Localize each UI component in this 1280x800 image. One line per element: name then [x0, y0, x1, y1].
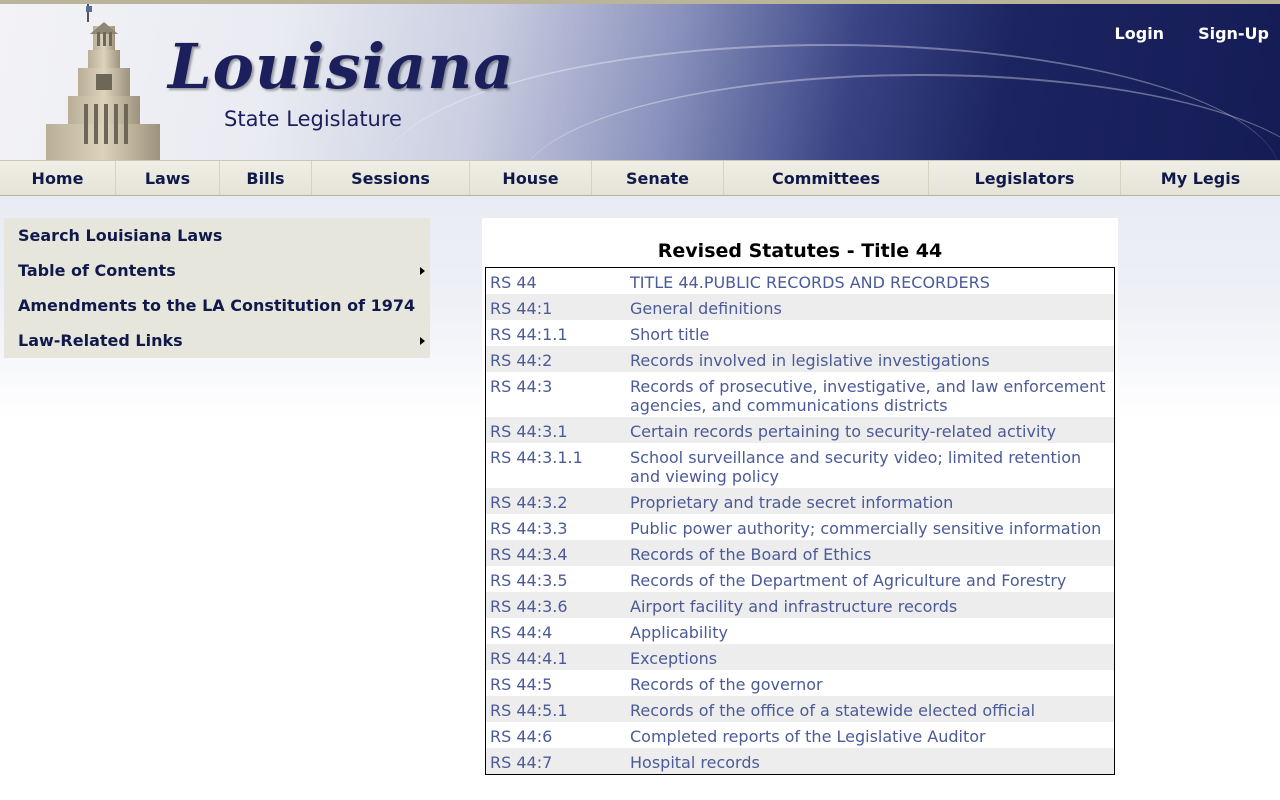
- table-row: RS 44:5 Records of the governor: [486, 670, 1114, 696]
- statute-title-link[interactable]: General definitions: [630, 299, 1110, 318]
- nav-sessions[interactable]: Sessions: [312, 161, 470, 195]
- table-row: RS 44:5.1 Records of the office of a stat…: [486, 696, 1114, 722]
- table-row: RS 44:3.1 Certain records pertaining to s…: [486, 417, 1114, 443]
- capitol-building-icon: [46, 4, 160, 160]
- statute-number-link[interactable]: RS 44:3.6: [486, 597, 630, 616]
- table-row: RS 44:3.6 Airport facility and infrastruc…: [486, 592, 1114, 618]
- statute-number-link[interactable]: RS 44:4: [486, 623, 630, 642]
- login-link[interactable]: Login: [1115, 24, 1165, 43]
- auth-links: Login Sign-Up: [1092, 24, 1280, 43]
- table-row: RS 44:1 General definitions: [486, 294, 1114, 320]
- sidebar-item-search-laws[interactable]: Search Louisiana Laws: [4, 218, 430, 253]
- nav-laws[interactable]: Laws: [116, 161, 220, 195]
- sidebar-menu: Search Louisiana Laws Table of Contents …: [4, 218, 430, 358]
- statute-number-link[interactable]: RS 44:6: [486, 727, 630, 746]
- statute-title-link[interactable]: School surveillance and security video; …: [630, 448, 1110, 486]
- nav-house[interactable]: House: [470, 161, 592, 195]
- table-row: RS 44:2 Records involved in legislative i…: [486, 346, 1114, 372]
- statute-title-link[interactable]: Short title: [630, 325, 1110, 344]
- table-row: RS 44:7 Hospital records: [486, 748, 1114, 774]
- logo-title: Louisiana: [168, 30, 515, 103]
- table-row: RS 44:6 Completed reports of the Legislat…: [486, 722, 1114, 748]
- statute-number-link[interactable]: RS 44: [486, 273, 630, 292]
- nav-my-legis[interactable]: My Legis: [1121, 161, 1280, 195]
- submenu-arrow-icon: [420, 267, 425, 275]
- sidebar-item-label: Search Louisiana Laws: [18, 226, 223, 245]
- nav-home[interactable]: Home: [0, 161, 116, 195]
- table-row: RS 44:4.1 Exceptions: [486, 644, 1114, 670]
- nav-committees[interactable]: Committees: [724, 161, 929, 195]
- statute-number-link[interactable]: RS 44:4.1: [486, 649, 630, 668]
- statute-title-link[interactable]: Records of the office of a statewide ele…: [630, 701, 1110, 720]
- logo-subtitle: State Legislature: [224, 107, 402, 131]
- sidebar-item-amendments[interactable]: Amendments to the LA Constitution of 197…: [4, 288, 430, 323]
- table-row: RS 44:3.5 Records of the Department of Ag…: [486, 566, 1114, 592]
- statute-number-link[interactable]: RS 44:3.3: [486, 519, 630, 538]
- signup-link[interactable]: Sign-Up: [1198, 24, 1269, 43]
- main-nav: Home Laws Bills Sessions House Senate Co…: [0, 160, 1280, 196]
- submenu-arrow-icon: [420, 337, 425, 345]
- statute-number-link[interactable]: RS 44:5: [486, 675, 630, 694]
- statute-number-link[interactable]: RS 44:5.1: [486, 701, 630, 720]
- statute-title-link[interactable]: Records of the Department of Agriculture…: [630, 571, 1110, 590]
- table-row: RS 44:3.2 Proprietary and trade secret in…: [486, 488, 1114, 514]
- statute-number-link[interactable]: RS 44:3.1: [486, 422, 630, 441]
- statute-title-link[interactable]: Certain records pertaining to security-r…: [630, 422, 1110, 441]
- statute-title-link[interactable]: Records of the Board of Ethics: [630, 545, 1110, 564]
- statute-title-link[interactable]: Records of the governor: [630, 675, 1110, 694]
- nav-bills[interactable]: Bills: [220, 161, 312, 195]
- statute-title-link[interactable]: Airport facility and infrastructure reco…: [630, 597, 1110, 616]
- statute-title-link[interactable]: Hospital records: [630, 753, 1110, 772]
- table-row: RS 44:4 Applicability: [486, 618, 1114, 644]
- page-title: Revised Statutes - Title 44: [657, 240, 943, 262]
- sidebar-item-label: Table of Contents: [18, 261, 176, 280]
- table-row: RS 44:1.1 Short title: [486, 320, 1114, 346]
- statutes-table: RS 44 TITLE 44.PUBLIC RECORDS AND RECORDE…: [485, 267, 1115, 775]
- table-row: RS 44:3.1.1 School surveillance and secur…: [486, 443, 1114, 488]
- nav-senate[interactable]: Senate: [592, 161, 724, 195]
- sidebar-item-label: Amendments to the LA Constitution of 197…: [18, 296, 416, 315]
- sidebar-item-label: Law-Related Links: [18, 331, 183, 350]
- statutes-panel: Revised Statutes - Title 44 RS 44 TITLE 4…: [482, 218, 1118, 800]
- table-row: RS 44 TITLE 44.PUBLIC RECORDS AND RECORDE…: [486, 268, 1114, 294]
- table-row: RS 44:3.4 Records of the Board of Ethics: [486, 540, 1114, 566]
- statute-title-link[interactable]: Completed reports of the Legislative Aud…: [630, 727, 1110, 746]
- statute-number-link[interactable]: RS 44:3.4: [486, 545, 630, 564]
- table-row: RS 44:3.3 Public power authority; commerc…: [486, 514, 1114, 540]
- sidebar-item-law-related-links[interactable]: Law-Related Links: [4, 323, 430, 358]
- statute-number-link[interactable]: RS 44:1: [486, 299, 630, 318]
- statute-title-link[interactable]: Proprietary and trade secret information: [630, 493, 1110, 512]
- statute-title-link[interactable]: Public power authority; commercially sen…: [630, 519, 1110, 538]
- statute-number-link[interactable]: RS 44:1.1: [486, 325, 630, 344]
- statute-number-link[interactable]: RS 44:3.1.1: [486, 448, 630, 486]
- statute-title-link[interactable]: Records of prosecutive, investigative, a…: [630, 377, 1110, 415]
- nav-legislators[interactable]: Legislators: [929, 161, 1121, 195]
- statute-number-link[interactable]: RS 44:3.5: [486, 571, 630, 590]
- statute-title-link[interactable]: Records involved in legislative investig…: [630, 351, 1110, 370]
- statute-number-link[interactable]: RS 44:2: [486, 351, 630, 370]
- table-row: RS 44:3 Records of prosecutive, investiga…: [486, 372, 1114, 417]
- sidebar-item-table-of-contents[interactable]: Table of Contents: [4, 253, 430, 288]
- statute-number-link[interactable]: RS 44:3.2: [486, 493, 630, 512]
- statute-number-link[interactable]: RS 44:3: [486, 377, 630, 415]
- statute-title-link[interactable]: Exceptions: [630, 649, 1110, 668]
- statute-title-link[interactable]: Applicability: [630, 623, 1110, 642]
- site-header: Louisiana State Legislature Login Sign-U…: [0, 4, 1280, 160]
- statute-number-link[interactable]: RS 44:7: [486, 753, 630, 772]
- statute-title-link[interactable]: TITLE 44.PUBLIC RECORDS AND RECORDERS: [630, 273, 1110, 292]
